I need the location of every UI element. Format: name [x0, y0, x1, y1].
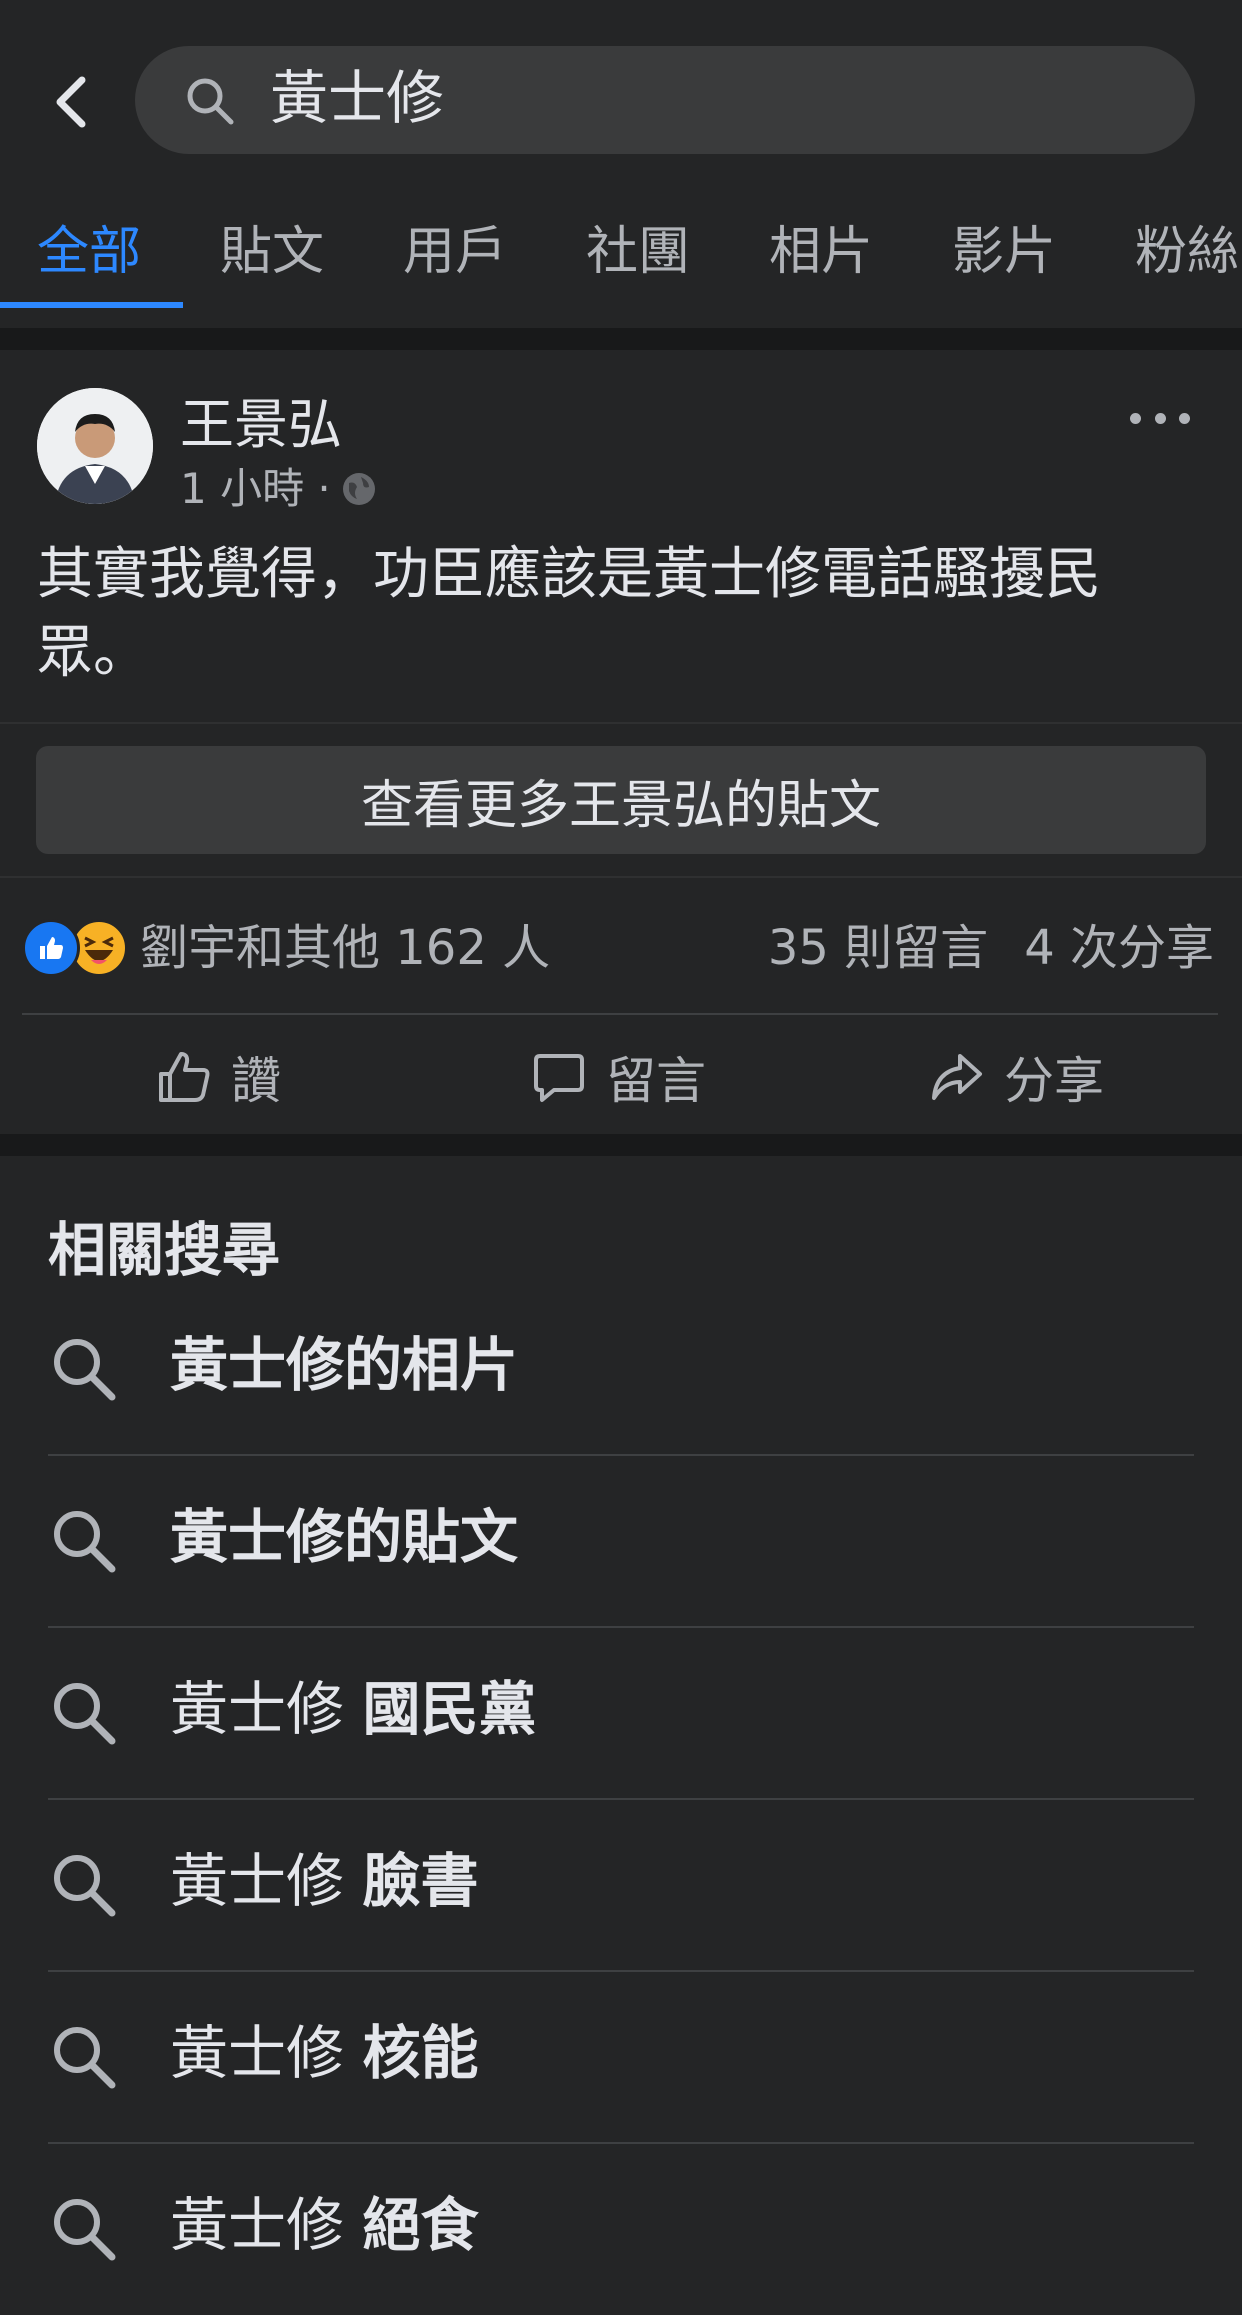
divider	[0, 722, 1242, 724]
divider	[22, 1013, 1218, 1015]
related-search-item[interactable]: 黃士修 臉書	[48, 1799, 1194, 1971]
search-icon	[54, 1855, 116, 1917]
search-icon	[54, 2199, 116, 2261]
reactions-text: 劉宇和其他 162 人	[140, 920, 551, 976]
search-icon	[54, 2027, 116, 2089]
related-search-prefix: 黃士修	[170, 2019, 363, 2087]
avatar[interactable]	[37, 388, 153, 504]
related-search-prefix: 黃士修	[170, 2191, 363, 2259]
filter-tabs: 全部 貼文 用戶 社團 相片 影片 粉絲	[0, 205, 1242, 312]
search-header: 黃士修	[0, 0, 1242, 205]
related-search-item[interactable]: 黃士修的相片	[48, 1283, 1194, 1455]
comment-icon	[534, 1054, 584, 1102]
related-search-term: 國民黨	[362, 1675, 537, 1743]
globe-icon	[342, 473, 375, 505]
related-search-term: 臉書	[362, 1847, 479, 1915]
search-input[interactable]: 黃士修	[135, 46, 1195, 154]
tab-photos[interactable]: 相片	[769, 215, 873, 289]
post-stats: 35 則留言 4 次分享	[768, 918, 1214, 978]
tab-pages[interactable]: 粉絲	[1135, 215, 1239, 289]
like-reaction-icon	[22, 919, 80, 977]
tab-people[interactable]: 用戶	[403, 215, 507, 289]
share-button[interactable]: 分享	[928, 1042, 1104, 1112]
chevron-left-icon	[56, 76, 86, 128]
search-icon	[54, 1683, 116, 1745]
section-separator	[0, 1134, 1242, 1156]
related-search-prefix: 黃士修	[170, 1847, 363, 1915]
more-options-button[interactable]	[1130, 400, 1190, 436]
post-text: 其實我覺得，功臣應該是黃士修電話騷擾民眾。	[37, 542, 1101, 685]
search-query: 黃士修	[270, 64, 445, 132]
related-search-term: 絕食	[362, 2191, 479, 2259]
related-search-item[interactable]: 黃士修 核能	[48, 1971, 1194, 2143]
like-label: 讚	[231, 1052, 281, 1110]
see-more-posts-button[interactable]: 查看更多王景弘的貼文	[36, 746, 1206, 854]
post-author[interactable]: 王景弘	[180, 392, 342, 458]
related-search-prefix: 黃士修	[170, 1675, 363, 1743]
related-search-term: 核能	[362, 2019, 479, 2087]
comment-label: 留言	[606, 1052, 706, 1110]
search-icon	[187, 78, 234, 125]
related-search-term: 黃士修的貼文	[170, 1503, 519, 1571]
comments-count[interactable]: 35 則留言	[768, 918, 988, 978]
search-icon	[54, 1339, 116, 1401]
section-separator	[0, 328, 1242, 350]
reactions-summary[interactable]: 劉宇和其他 162 人	[22, 918, 550, 978]
search-icon	[54, 1511, 116, 1573]
related-searches-title: 相關搜尋	[48, 1216, 281, 1284]
active-tab-indicator	[0, 302, 183, 308]
related-search-item[interactable]: 黃士修 國民黨	[48, 1627, 1194, 1799]
share-label: 分享	[1004, 1052, 1104, 1110]
tab-posts[interactable]: 貼文	[220, 215, 324, 289]
more-icon	[1130, 412, 1141, 424]
tab-all[interactable]: 全部	[37, 215, 141, 289]
tab-groups[interactable]: 社團	[586, 215, 690, 289]
like-button[interactable]: 讚	[155, 1042, 281, 1112]
tab-videos[interactable]: 影片	[952, 215, 1056, 289]
profile-photo	[37, 388, 153, 504]
related-search-item[interactable]: 黃士修的貼文	[48, 1455, 1194, 1627]
comment-button[interactable]: 留言	[530, 1042, 706, 1112]
thumbs-up-icon	[159, 1052, 210, 1102]
related-search-item[interactable]: 黃士修 絕食	[48, 2143, 1194, 2315]
back-button[interactable]	[46, 72, 94, 132]
share-icon	[932, 1054, 982, 1100]
post-meta: 1 小時 ·	[180, 462, 377, 516]
related-search-term: 黃士修的相片	[170, 1331, 519, 1399]
shares-count[interactable]: 4 次分享	[1024, 918, 1214, 978]
post-time: 1 小時 ·	[180, 464, 331, 513]
divider	[0, 876, 1242, 878]
